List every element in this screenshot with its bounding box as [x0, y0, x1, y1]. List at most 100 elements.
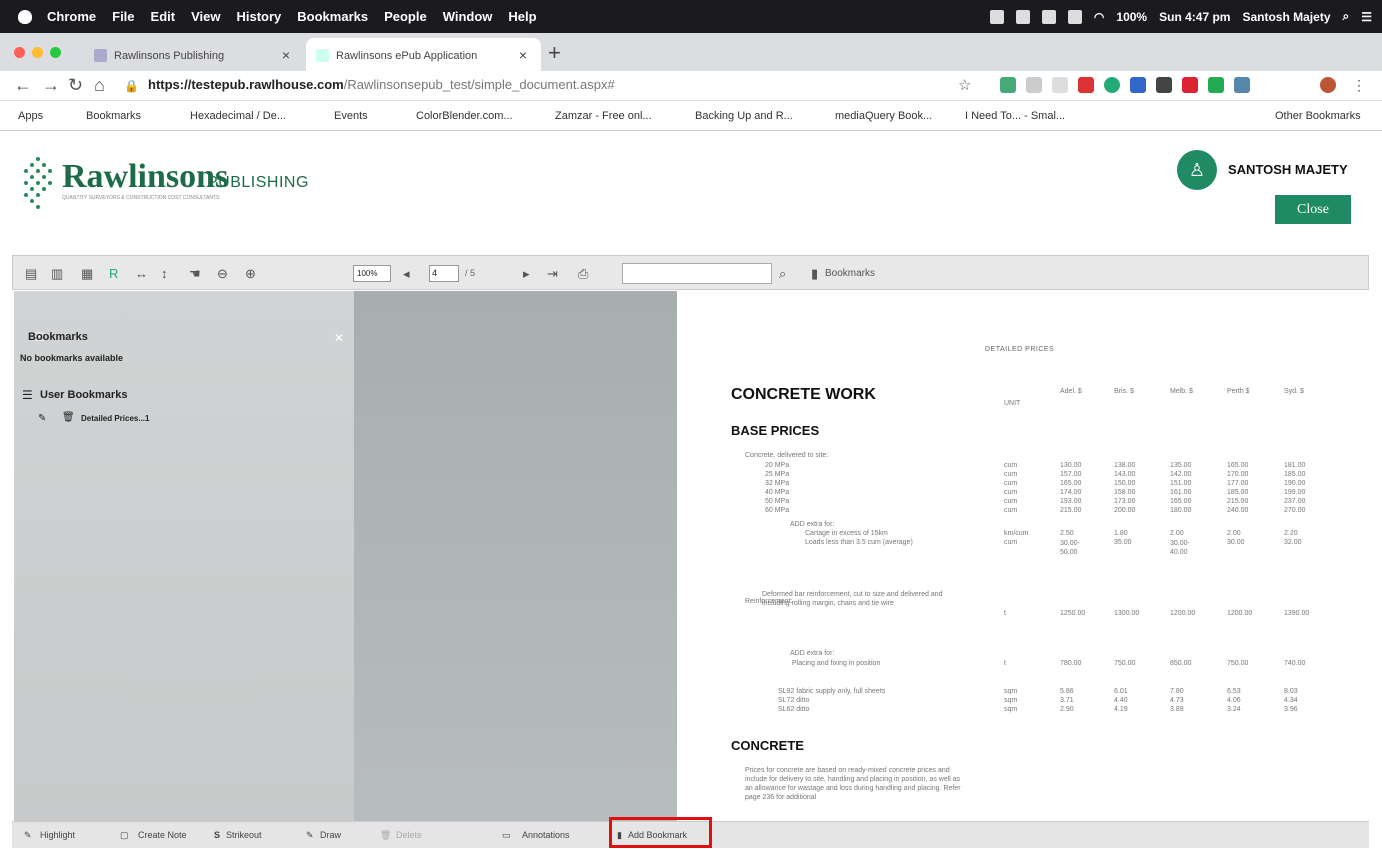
tab-close-icon[interactable]: ×: [519, 47, 527, 63]
profile-avatar-icon[interactable]: [1320, 77, 1336, 93]
apps-bookmark[interactable]: Apps: [18, 110, 43, 122]
page-number-input[interactable]: 4: [429, 265, 459, 282]
menu-window[interactable]: Window: [443, 9, 493, 24]
bookmark-item[interactable]: mediaQuery Book...: [835, 110, 932, 122]
extension-icon[interactable]: [1000, 77, 1016, 93]
window-minimize-icon[interactable]: [32, 47, 43, 58]
control-center-icon[interactable]: ☰: [1361, 10, 1372, 24]
zoom-out-icon[interactable]: ⊖: [217, 266, 228, 282]
reload-icon[interactable]: ↻: [68, 75, 83, 96]
spotlight-icon[interactable]: ⌕: [1343, 9, 1350, 24]
bookmark-item[interactable]: ColorBlender.com...: [416, 110, 513, 122]
extension-icon[interactable]: [1156, 77, 1172, 93]
bookmark-item[interactable]: Events: [334, 110, 368, 122]
menu-edit[interactable]: Edit: [151, 9, 176, 24]
last-page-icon[interactable]: ⇥: [547, 266, 558, 282]
user-avatar-icon[interactable]: ♙: [1177, 150, 1217, 190]
search-input[interactable]: [622, 263, 772, 284]
back-icon[interactable]: ←: [14, 75, 32, 96]
user-bookmark-item[interactable]: Detailed Prices...1: [81, 414, 149, 423]
extension-icon[interactable]: [1104, 77, 1120, 93]
table-cell: sqm: [1004, 688, 1018, 695]
url-field[interactable]: https://testepub.rawlhouse.com/Rawlinson…: [148, 77, 615, 92]
menu-history[interactable]: History: [236, 9, 281, 24]
edit-icon[interactable]: ✎: [38, 413, 46, 424]
bookmarks-toggle[interactable]: Bookmarks: [825, 268, 875, 279]
hand-tool-icon[interactable]: ☚: [189, 266, 201, 282]
search-icon[interactable]: ⌕: [779, 266, 786, 282]
fit-height-icon[interactable]: ↕: [161, 266, 168, 281]
tab-close-icon[interactable]: ×: [282, 47, 290, 63]
menubar-user[interactable]: Santosh Majety: [1242, 10, 1330, 24]
zoom-in-icon[interactable]: ⊕: [245, 266, 256, 282]
new-tab-icon[interactable]: +: [548, 40, 561, 66]
menu-view[interactable]: View: [191, 9, 220, 24]
book-icon[interactable]: ▥: [51, 266, 63, 282]
table-cell: t: [1004, 660, 1006, 667]
table-cell: 165.00: [1060, 480, 1082, 487]
logo-text[interactable]: Rawlinsons: [62, 158, 228, 196]
clock[interactable]: Sun 4:47 pm: [1159, 10, 1230, 24]
extension-icon[interactable]: [1234, 77, 1250, 93]
battery-percent[interactable]: 100%: [1116, 10, 1147, 24]
extension-icon[interactable]: [1078, 77, 1094, 93]
create-note-button[interactable]: Create Note: [138, 830, 187, 840]
menu-app-name[interactable]: Chrome: [47, 9, 96, 24]
table-cell: 180.00: [1170, 507, 1192, 514]
annotations-button[interactable]: Annotations: [522, 830, 570, 840]
bookmark-item[interactable]: I Need To... - Smal...: [965, 110, 1065, 122]
print-icon[interactable]: ⎙: [578, 266, 588, 282]
status-icon[interactable]: [1041, 9, 1056, 24]
menu-bookmarks[interactable]: Bookmarks: [297, 9, 368, 24]
extension-icon[interactable]: [1208, 77, 1224, 93]
draw-button[interactable]: Draw: [320, 830, 341, 840]
table-cell: cum: [1004, 539, 1018, 546]
menu-people[interactable]: People: [384, 9, 427, 24]
delete-icon[interactable]: 🗑: [62, 412, 75, 423]
bookmark-icon[interactable]: ▮: [811, 266, 818, 282]
thumbnails-icon[interactable]: ▦: [81, 266, 93, 282]
bookmark-item[interactable]: Hexadecimal / De...: [190, 110, 286, 122]
star-icon[interactable]: ☆: [958, 76, 971, 94]
table-cell: 1250.00: [1060, 610, 1086, 617]
fit-width-icon[interactable]: ↔: [135, 266, 148, 281]
table-cell: 3.71: [1060, 697, 1074, 704]
next-page-icon[interactable]: ▸: [523, 266, 530, 282]
home-icon[interactable]: ⌂: [94, 75, 105, 96]
extension-icon[interactable]: [1052, 77, 1068, 93]
prev-page-icon[interactable]: ◂: [403, 266, 410, 282]
tab-epub-application[interactable]: Rawlinsons ePub Application ×: [306, 38, 541, 71]
extension-icon[interactable]: [1026, 77, 1042, 93]
extension-icon[interactable]: [1130, 77, 1146, 93]
menu-file[interactable]: File: [112, 9, 134, 24]
table-cell: 193.00: [1060, 498, 1082, 505]
more-menu-icon[interactable]: ⋮: [1352, 77, 1366, 94]
apple-icon[interactable]: [18, 9, 32, 24]
bookmark-item[interactable]: Zamzar - Free onl...: [555, 110, 652, 122]
menu-help[interactable]: Help: [508, 9, 536, 24]
status-icon[interactable]: [1067, 9, 1082, 24]
tab-rawlinsons-publishing[interactable]: Rawlinsons Publishing ×: [84, 38, 304, 71]
status-icon[interactable]: [1015, 9, 1030, 24]
strikeout-button[interactable]: Strikeout: [226, 830, 262, 840]
document-icon[interactable]: ▤: [25, 266, 37, 282]
extension-icon[interactable]: [1182, 77, 1198, 93]
window-close-icon[interactable]: [14, 47, 25, 58]
zoom-field[interactable]: 100%: [353, 265, 391, 282]
other-bookmarks[interactable]: Other Bookmarks: [1275, 110, 1361, 122]
table-cell: 3.89: [1170, 706, 1184, 713]
add-bookmark-highlight: [609, 817, 712, 848]
table-cell: cum: [1004, 498, 1018, 505]
close-button[interactable]: Close: [1275, 195, 1351, 224]
status-icon[interactable]: [989, 9, 1004, 24]
bookmark-item[interactable]: Backing Up and R...: [695, 110, 793, 122]
bookmark-item[interactable]: Bookmarks: [86, 110, 141, 122]
window-zoom-icon[interactable]: [50, 47, 61, 58]
delete-button[interactable]: Delete: [396, 830, 422, 840]
wifi-icon[interactable]: ◠: [1094, 10, 1104, 24]
highlight-button[interactable]: Highlight: [40, 830, 75, 840]
forward-icon[interactable]: →: [42, 75, 60, 96]
lock-icon[interactable]: 🔒: [124, 79, 139, 93]
rawlinsons-icon[interactable]: R: [109, 266, 118, 281]
sidebar-close-icon[interactable]: ✕: [334, 331, 344, 345]
